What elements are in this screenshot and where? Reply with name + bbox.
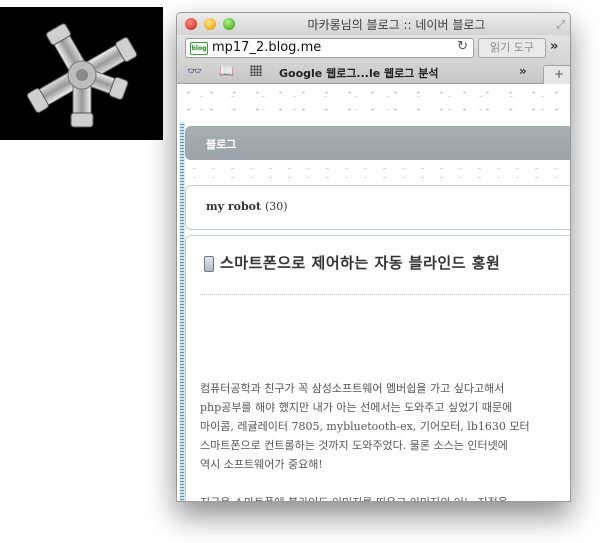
chevron-double-right-icon[interactable]: » — [550, 39, 558, 54]
reading-list-icon[interactable]: 👓 — [187, 64, 202, 78]
bookmarks-bar: 👓 📖 Google 웹로그...le 웹로그 분석 » + — [177, 61, 570, 84]
nav-blog-link[interactable]: 블로그 — [206, 136, 236, 152]
toolbar: blog mp17_2.blog.me ↻ 읽기 도구 » — [177, 35, 570, 61]
bookmarks-book-icon[interactable]: 📖 — [219, 64, 234, 78]
minimize-window-button[interactable] — [204, 18, 216, 30]
post-title[interactable]: 스마트폰으로 제어하는 자동 블라인드 홍원 — [220, 252, 500, 273]
url-text[interactable]: mp17_2.blog.me — [212, 40, 321, 55]
divider-pattern — [185, 164, 570, 182]
bookmarks-overflow-icon[interactable]: » — [519, 64, 527, 78]
post-body: 컴퓨터공학과 친구가 꼭 삼성소프트웨어 멤버쉽을 가고 싶다고해서 php공부… — [200, 379, 570, 501]
blog-nav-bar: 블로그 — [185, 126, 570, 160]
post-container: 스마트폰으로 제어하는 자동 블라인드 홍원 컴퓨터공학과 친구가 꼭 삼성소프… — [185, 235, 570, 501]
top-sites-grid-icon[interactable] — [250, 65, 262, 76]
browser-window: 마카롱님의 블로그 :: 네이버 블로그 ⤢ blog mp17_2.blog.… — [176, 12, 571, 502]
robot-cross-graphic — [26, 23, 138, 128]
window-title: 마카롱님의 블로그 :: 네이버 블로그 — [307, 18, 486, 32]
robot-thumbnail-image — [0, 7, 163, 140]
post-body-line: php공부를 해야 했지만 내가 아는 선에서는 도와주고 싶었기 때문에 — [200, 401, 513, 414]
category-box: my robot (30) — [185, 185, 570, 230]
page-content: 블로그 my robot (30) 스마트폰으로 제어하는 자동 블라인드 홍원… — [177, 84, 570, 501]
post-body-line: 마이콤, 레귤레이터 7805, mybluetooth-ex, 기어모터, l… — [200, 420, 530, 433]
post-body-line: 컴퓨터공학과 친구가 꼭 삼성소프트웨어 멤버쉽을 가고 싶다고해서 — [200, 382, 505, 395]
mobile-phone-icon — [204, 256, 214, 272]
category-title[interactable]: my robot (30) — [206, 200, 288, 213]
header-pattern — [177, 84, 570, 122]
bookmark-item[interactable]: Google 웹로그...le 웹로그 분석 — [279, 65, 438, 81]
reload-icon[interactable]: ↻ — [457, 39, 468, 54]
post-body-line: 지금은 스마트폰에 블라인드 이미지를 띄우고 이미지의 어느 지점을 — [200, 493, 570, 501]
category-count: (30) — [264, 200, 288, 213]
title-divider — [200, 294, 570, 295]
address-bar[interactable]: blog mp17_2.blog.me ↻ — [185, 38, 474, 58]
reader-button[interactable]: 읽기 도구 — [478, 38, 546, 58]
zoom-window-button[interactable] — [223, 18, 235, 30]
post-body-line: 역시 소프트웨어가 중요해! — [200, 458, 323, 471]
blog-favicon-icon: blog — [190, 42, 208, 55]
fullscreen-icon[interactable]: ⤢ — [556, 18, 565, 32]
new-tab-plus-icon[interactable]: + — [543, 65, 570, 84]
close-window-button[interactable] — [185, 18, 197, 30]
post-body-line: 스마트폰으로 컨트롤하는 것까지 도와주었다. 물론 소스는 인터넷에 — [200, 439, 508, 452]
title-bar[interactable]: 마카롱님의 블로그 :: 네이버 블로그 ⤢ — [177, 13, 570, 35]
